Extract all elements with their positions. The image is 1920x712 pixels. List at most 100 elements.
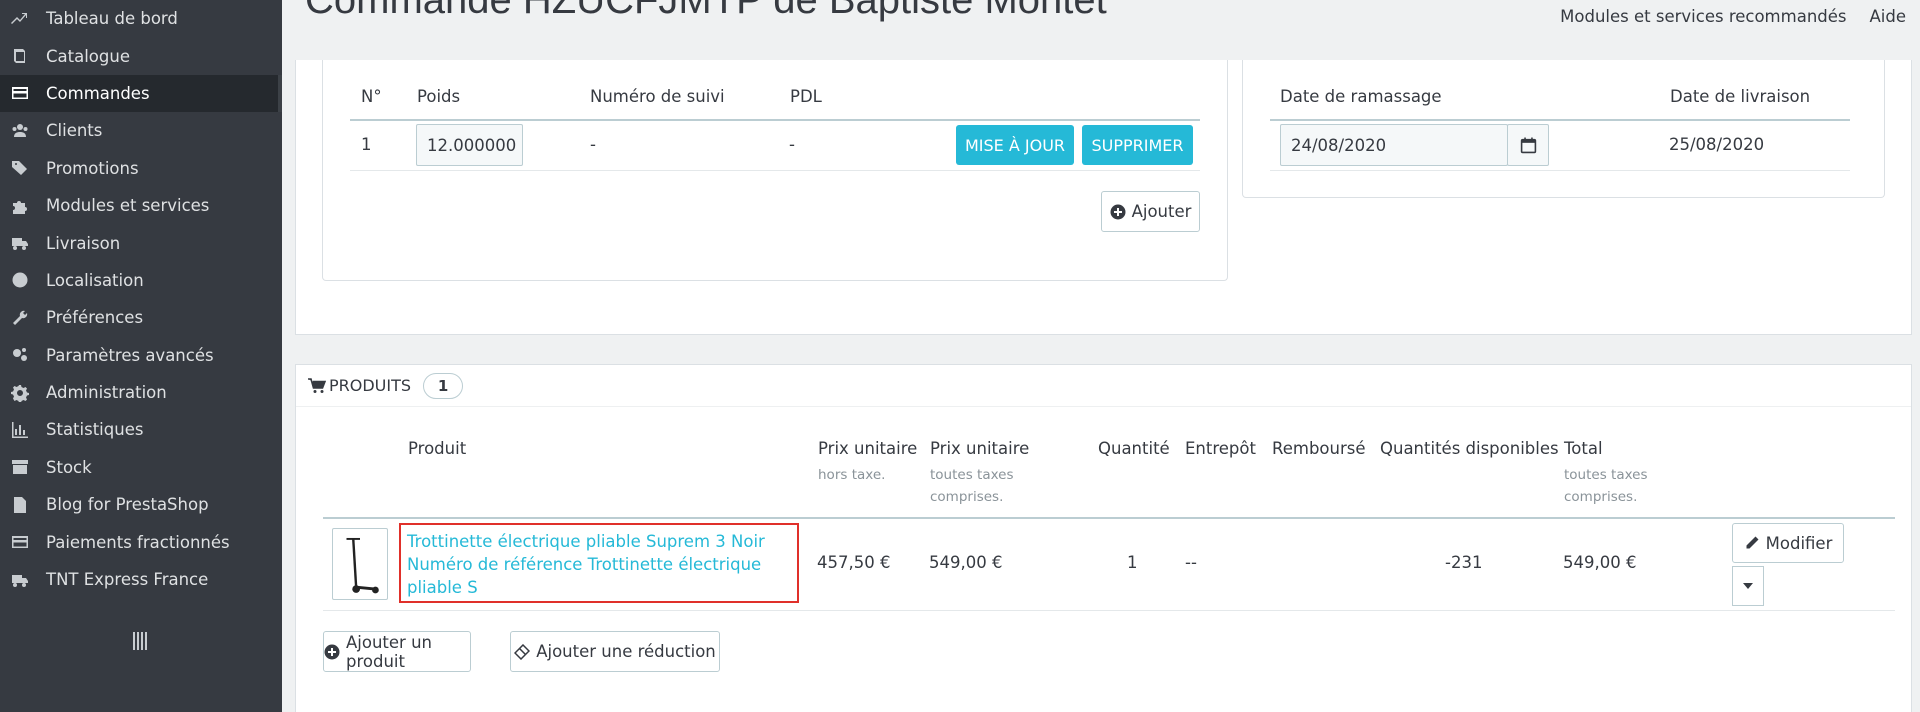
sidebar: Tableau de bord Catalogue Commandes Clients… xyxy=(0,0,282,712)
users-icon xyxy=(9,122,31,140)
col-refunded: Remboursé xyxy=(1272,439,1366,458)
sidebar-item-label: Livraison xyxy=(46,233,121,253)
wrench-icon xyxy=(9,309,31,327)
header-links: Modules et services recommandés Aide xyxy=(1560,7,1906,26)
col-unit-price-ttc-sub: toutes taxes comprises. xyxy=(930,467,1014,505)
trend-icon xyxy=(9,10,31,28)
add-discount-button[interactable]: Ajouter une réduction xyxy=(510,631,720,672)
price-ttc-value: 549,00 € xyxy=(929,553,1003,572)
edit-product-button[interactable]: Modifier xyxy=(1732,523,1844,563)
row-divider xyxy=(350,170,1200,171)
col-quantity: Quantité xyxy=(1098,439,1170,458)
warehouse-value: -- xyxy=(1185,553,1197,572)
sidebar-item-label: Administration xyxy=(46,383,167,403)
sidebar-item-administration[interactable]: Administration xyxy=(0,374,282,411)
products-heading: PRODUITS 1 xyxy=(296,365,1911,407)
truck-icon xyxy=(9,234,31,252)
sidebar-item-livraison[interactable]: Livraison xyxy=(0,224,282,261)
sidebar-item-label: Commandes xyxy=(46,83,150,103)
pickup-table-box: Date de ramassage Date de livraison 24/0… xyxy=(1242,60,1885,198)
ticket-icon xyxy=(514,643,531,660)
weight-input[interactable]: 12.000000 xyxy=(416,124,523,166)
chevron-down-icon[interactable] xyxy=(1732,566,1764,606)
cogs-icon xyxy=(9,346,31,364)
sidebar-item-label: Clients xyxy=(46,121,103,141)
pickup-date-input[interactable]: 24/08/2020 xyxy=(1280,124,1508,166)
plus-circle-icon xyxy=(1110,204,1126,220)
col-unit-price-ttc-label: Prix unitaire xyxy=(930,439,1030,458)
product-link[interactable]: Trottinette électrique pliable Suprem 3 … xyxy=(399,523,799,603)
sidebar-item-statistiques[interactable]: Statistiques xyxy=(0,411,282,448)
sidebar-item-tableau-de-bord[interactable]: Tableau de bord xyxy=(0,0,282,37)
sidebar-item-label: Tableau de bord xyxy=(46,9,178,29)
page-title: Commande HZUCFJMTP de Baptiste Montet xyxy=(305,0,1107,22)
product-reference[interactable]: Numéro de référence Trottinette électriq… xyxy=(407,555,761,597)
sidebar-item-blog-for-prestashop[interactable]: Blog for PrestaShop xyxy=(0,486,282,523)
sidebar-item-tnt-express-france[interactable]: TNT Express France xyxy=(0,561,282,598)
sidebar-item-stock[interactable]: Stock xyxy=(0,449,282,486)
col-total-label: Total xyxy=(1564,439,1603,458)
delete-button[interactable]: SUPPRIMER xyxy=(1082,125,1193,165)
col-product: Produit xyxy=(408,439,467,458)
price-ht-value: 457,50 € xyxy=(817,553,891,572)
add-product-button[interactable]: Ajouter un produit xyxy=(323,631,471,672)
col-unit-price-ht-label: Prix unitaire xyxy=(818,439,918,458)
add-discount-label: Ajouter une réduction xyxy=(536,642,716,661)
col-warehouse: Entrepôt xyxy=(1185,439,1256,458)
tags-icon xyxy=(9,159,31,177)
edit-product-label: Modifier xyxy=(1765,533,1833,553)
products-row-divider xyxy=(323,610,1895,611)
plus-circle-icon xyxy=(324,644,340,660)
products-count-badge: 1 xyxy=(423,372,464,399)
col-total: Total toutes taxes comprises. xyxy=(1564,439,1664,508)
col-unit-price-ht: Prix unitaire hors taxe. xyxy=(818,439,917,486)
shipment-num: 1 xyxy=(361,135,372,154)
sidebar-item-commandes[interactable]: Commandes xyxy=(0,74,282,113)
sidebar-item-label: Blog for PrestaShop xyxy=(46,495,209,515)
calendar-icon[interactable] xyxy=(1507,124,1549,166)
update-button[interactable]: MISE À JOUR xyxy=(956,125,1074,165)
collapse-sidebar-icon[interactable] xyxy=(130,632,150,654)
sidebar-item-label: Localisation xyxy=(46,270,144,290)
sidebar-item-modules-et-services[interactable]: Modules et services xyxy=(0,187,282,224)
col-total-sub: toutes taxes comprises. xyxy=(1564,467,1648,505)
shopping-cart-icon xyxy=(308,377,329,394)
col-delivery-date: Date de livraison xyxy=(1670,87,1811,106)
products-panel: PRODUITS 1 Produit Prix unitaire hors ta… xyxy=(295,364,1912,712)
sidebar-item-label: Statistiques xyxy=(46,420,144,440)
pencil-icon xyxy=(1744,535,1760,551)
available-value: -231 xyxy=(1445,553,1483,572)
header-divider xyxy=(350,119,1200,121)
col-unit-price-ttc: Prix unitaire toutes taxes comprises. xyxy=(930,439,1040,508)
tracking-value: - xyxy=(590,135,596,154)
globe-icon xyxy=(9,271,31,289)
sidebar-item-localisation[interactable]: Localisation xyxy=(0,262,282,299)
shipment-table-box: N° Poids Numéro de suivi PDL 1 12.000000… xyxy=(322,60,1228,281)
document-icon xyxy=(9,496,31,514)
help-link[interactable]: Aide xyxy=(1870,7,1907,26)
product-name[interactable]: Trottinette électrique pliable Suprem 3 … xyxy=(407,532,765,551)
sidebar-item-catalogue[interactable]: Catalogue xyxy=(0,37,282,74)
add-shipment-button[interactable]: Ajouter xyxy=(1101,191,1200,232)
product-thumbnail[interactable] xyxy=(332,528,388,600)
sidebar-item-label: TNT Express France xyxy=(46,570,209,590)
quantity-value: 1 xyxy=(1127,553,1138,572)
sidebar-item-promotions[interactable]: Promotions xyxy=(0,150,282,187)
card-icon xyxy=(9,84,31,102)
add-product-label: Ajouter un produit xyxy=(346,632,432,671)
products-title: PRODUITS xyxy=(329,376,412,395)
sidebar-item-param-tres-avanc-s[interactable]: Paramètres avancés xyxy=(0,337,282,374)
pickup-header-divider xyxy=(1270,119,1850,121)
col-tracking: Numéro de suivi xyxy=(590,87,725,106)
sidebar-item-label: Modules et services xyxy=(46,196,210,216)
col-num: N° xyxy=(361,87,382,106)
col-pickup-date: Date de ramassage xyxy=(1280,87,1442,106)
recommended-modules-link[interactable]: Modules et services recommandés xyxy=(1560,7,1846,26)
pickup-row-divider xyxy=(1270,170,1850,171)
sidebar-item-label: Préférences xyxy=(46,308,144,328)
sidebar-item-pr-f-rences[interactable]: Préférences xyxy=(0,299,282,336)
sidebar-item-clients[interactable]: Clients xyxy=(0,112,282,149)
products-header-divider xyxy=(323,517,1895,519)
sidebar-item-label: Promotions xyxy=(46,158,139,178)
sidebar-item-paiements-fractionn-s[interactable]: Paiements fractionnés xyxy=(0,523,282,560)
